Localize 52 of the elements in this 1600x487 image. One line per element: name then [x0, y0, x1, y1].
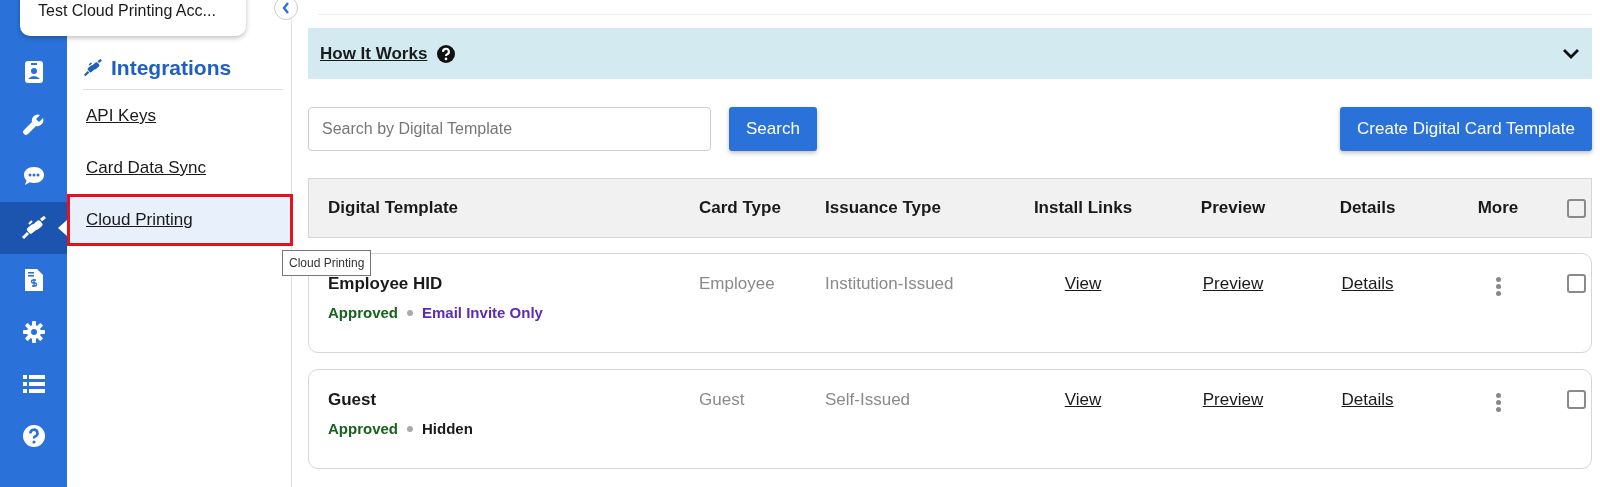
table-cell-text: Employee [699, 274, 776, 294]
status-label: Approved [328, 420, 398, 437]
plug-icon [20, 216, 47, 240]
tooltip: Cloud Printing [282, 250, 372, 276]
separator-dot [407, 309, 413, 316]
visibility-label: Hidden [422, 420, 473, 437]
search-field[interactable]: Search by Digital Template [308, 107, 711, 151]
chevron-left-icon [282, 2, 290, 14]
view-link[interactable]: View [1064, 274, 1102, 294]
how-it-works-link[interactable]: How It Works [320, 43, 428, 64]
template-name: Employee HID [328, 274, 444, 294]
table-cell-text: Institution-Issued [825, 274, 955, 294]
chevron-icon[interactable] [1562, 47, 1580, 60]
column-header: Card Type [699, 198, 782, 218]
table-cell-text: Guest [699, 390, 746, 410]
help-icon [437, 44, 456, 63]
column-header: Install Links [1033, 198, 1133, 218]
row-checkbox[interactable] [1566, 274, 1586, 293]
column-header: More [1477, 198, 1519, 218]
nav-link[interactable]: Cloud Printing [67, 194, 293, 246]
status-label: Approved [328, 304, 398, 321]
create-template-button[interactable]: Create Digital Card Template [1340, 107, 1592, 151]
account-switcher[interactable]: Test Cloud Printing Acc... [20, 0, 246, 36]
section-title: Integrations [111, 56, 232, 80]
list-icon [22, 375, 45, 393]
details-link[interactable]: Details [1341, 274, 1394, 294]
nav-link[interactable]: API Keys [67, 90, 291, 142]
column-header: Digital Template [328, 198, 460, 218]
row-checkbox[interactable] [1566, 390, 1586, 409]
invoice-icon [24, 269, 43, 291]
rail-item[interactable] [0, 202, 67, 254]
collapse-button[interactable] [274, 0, 298, 20]
select-all-checkbox[interactable] [1566, 198, 1586, 218]
wrench-icon [22, 113, 45, 135]
view-link[interactable]: View [1064, 390, 1102, 410]
table-cell-text: Self-Issued [825, 390, 912, 410]
id-badge-icon [24, 61, 43, 83]
help-icon [22, 425, 45, 447]
settings-icon [22, 321, 45, 343]
chat-icon [22, 166, 45, 186]
preview-link[interactable]: Preview [1202, 274, 1264, 294]
search-button[interactable]: Search [729, 107, 817, 151]
template-name: Guest [328, 390, 378, 410]
details-link[interactable]: Details [1341, 390, 1394, 410]
separator-dot [407, 425, 413, 432]
column-header: Issuance Type [825, 198, 942, 218]
preview-link[interactable]: Preview [1202, 390, 1264, 410]
visibility-label: Email Invite Only [422, 304, 543, 321]
nav-link[interactable]: Card Data Sync [67, 142, 291, 194]
column-header: Details [1339, 198, 1396, 218]
plug-icon [83, 59, 103, 77]
column-header: Preview [1200, 198, 1266, 218]
